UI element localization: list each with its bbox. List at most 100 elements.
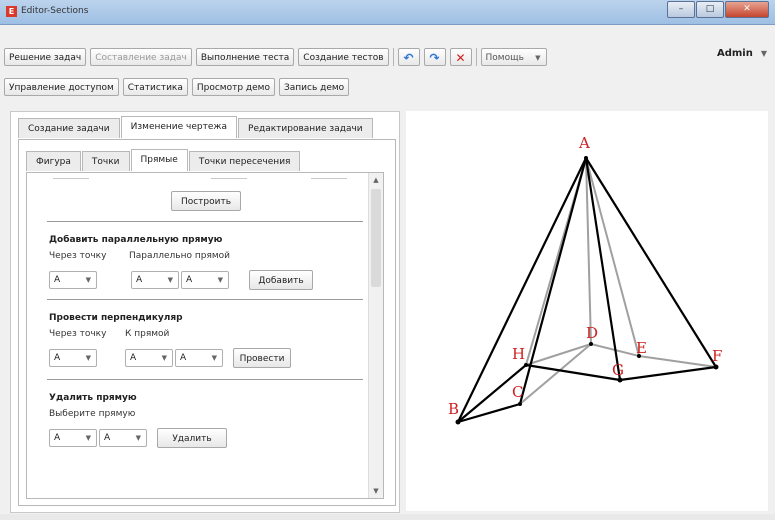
create-tests-button[interactable]: Создание тестов	[298, 48, 389, 66]
maximize-button[interactable]: □	[696, 1, 724, 18]
tab-points[interactable]: Точки	[81, 151, 130, 171]
edge-EF	[638, 355, 717, 368]
draw-button[interactable]: Провести	[233, 348, 291, 368]
remove-point2-select[interactable]: A ▼	[99, 429, 147, 447]
pyramid-drawing: A B C D E F G H	[448, 134, 722, 425]
divider	[47, 221, 363, 222]
edge-GF	[619, 365, 717, 382]
vertex-D	[589, 342, 593, 346]
tab-figure[interactable]: Фигура	[26, 151, 81, 171]
window-title: Editor-Sections	[21, 6, 89, 16]
parallel-section-title: Добавить параллельную прямую	[49, 235, 223, 245]
editor-tabs: Создание задачи Изменение чертежа Редакт…	[18, 116, 374, 138]
user-name: Admin	[716, 48, 753, 59]
run-test-button[interactable]: Выполнение теста	[195, 48, 295, 66]
help-dropdown[interactable]: Помощь ▼	[480, 48, 547, 66]
select-value: A	[54, 433, 61, 443]
label-H: H	[512, 345, 525, 363]
lines-form: Построить Добавить параллельную прямую Ч…	[26, 172, 384, 499]
vertex-F	[713, 364, 719, 370]
app-icon: E	[6, 6, 17, 17]
vertex-H	[524, 363, 528, 367]
record-demo-button[interactable]: Запись демо	[278, 78, 350, 96]
chevron-down-icon: ▼	[760, 49, 767, 58]
minimize-button[interactable]: –	[667, 1, 695, 18]
label-G: G	[612, 361, 624, 379]
parallel-to-label: Параллельно прямой	[129, 251, 231, 261]
chevron-down-icon: ▼	[535, 54, 541, 62]
vertex-B	[455, 419, 461, 425]
drawing-tabs: Фигура Точки Прямые Точки пересечения	[26, 149, 301, 171]
perpendicular-point-select[interactable]: A ▼	[49, 349, 97, 367]
chevron-down-icon: ▼	[85, 354, 91, 362]
title-bar: E Editor-Sections – □ ✕	[0, 0, 775, 25]
edge-AF	[585, 157, 717, 368]
add-button[interactable]: Добавить	[249, 270, 313, 290]
scrollbar-thumb[interactable]	[371, 189, 381, 287]
partial-dropdown	[53, 175, 89, 179]
select-value: A	[54, 275, 61, 285]
vertex-C	[518, 402, 522, 406]
delete-button[interactable]: Удалить	[157, 428, 227, 448]
scroll-up-icon[interactable]: ▲	[369, 173, 383, 187]
scrollbar[interactable]: ▲ ▼	[368, 173, 383, 498]
secondary-toolbar: Управление доступом Статистика Просмотр …	[4, 78, 353, 96]
vertex-A	[584, 156, 588, 160]
partial-dropdown	[211, 175, 247, 179]
edge-HG	[525, 363, 621, 382]
select-value: A	[180, 353, 187, 363]
undo-icon[interactable]: ↶	[397, 48, 420, 66]
select-value: A	[54, 353, 61, 363]
chevron-down-icon: ▼	[85, 276, 91, 284]
perpendicular-section-title: Провести перпендикуляр	[49, 313, 183, 323]
divider	[47, 299, 363, 300]
delete-icon[interactable]: ✕	[449, 48, 472, 66]
compose-tasks-button[interactable]: Составление задач	[90, 48, 192, 66]
perpendicular-line-point1-select[interactable]: A ▼	[125, 349, 173, 367]
remove-point1-select[interactable]: A ▼	[49, 429, 97, 447]
solve-tasks-button[interactable]: Решение задач	[4, 48, 87, 66]
edge-AC	[518, 157, 588, 405]
through-point-label: Через точку	[49, 251, 107, 261]
status-strip	[0, 514, 775, 520]
toolbar-separator	[392, 48, 394, 66]
to-line-label: К прямой	[125, 329, 170, 339]
close-window-button[interactable]: ✕	[725, 1, 769, 18]
divider	[47, 379, 363, 380]
tab-create-task[interactable]: Создание задачи	[18, 118, 120, 138]
parallel-line-point2-select[interactable]: A ▼	[181, 271, 229, 289]
chevron-down-icon: ▼	[211, 354, 217, 362]
select-value: A	[104, 433, 111, 443]
help-label: Помощь	[485, 53, 524, 63]
tab-edit-drawing[interactable]: Изменение чертежа	[120, 116, 238, 138]
label-F: F	[712, 347, 722, 365]
select-value: A	[136, 275, 143, 285]
redo-icon[interactable]: ↷	[423, 48, 446, 66]
chevron-down-icon: ▼	[85, 434, 91, 442]
label-B: B	[448, 400, 459, 418]
tab-edit-task[interactable]: Редактирование задачи	[238, 118, 373, 138]
access-control-button[interactable]: Управление доступом	[4, 78, 119, 96]
through-point-label: Через точку	[49, 329, 107, 339]
view-demo-button[interactable]: Просмотр демо	[191, 78, 275, 96]
label-D: D	[586, 324, 598, 342]
chevron-down-icon: ▼	[167, 276, 173, 284]
label-E: E	[636, 339, 647, 357]
choose-line-label: Выберите прямую	[49, 409, 136, 419]
chevron-down-icon: ▼	[161, 354, 167, 362]
parallel-point-select[interactable]: A ▼	[49, 271, 97, 289]
chevron-down-icon: ▼	[217, 276, 223, 284]
build-button[interactable]: Построить	[171, 191, 241, 211]
tab-lines[interactable]: Прямые	[130, 149, 188, 171]
parallel-line-point1-select[interactable]: A ▼	[131, 271, 179, 289]
remove-section-title: Удалить прямую	[49, 393, 137, 403]
partial-dropdown	[311, 175, 347, 179]
statistics-button[interactable]: Статистика	[122, 78, 188, 96]
label-C: C	[512, 383, 523, 401]
user-menu[interactable]: Admin ▼	[717, 48, 767, 59]
drawing-canvas[interactable]: A B C D E F G H	[406, 111, 768, 511]
select-value: A	[186, 275, 193, 285]
scroll-down-icon[interactable]: ▼	[369, 484, 383, 498]
tab-intersections[interactable]: Точки пересечения	[188, 151, 301, 171]
perpendicular-line-point2-select[interactable]: A ▼	[175, 349, 223, 367]
